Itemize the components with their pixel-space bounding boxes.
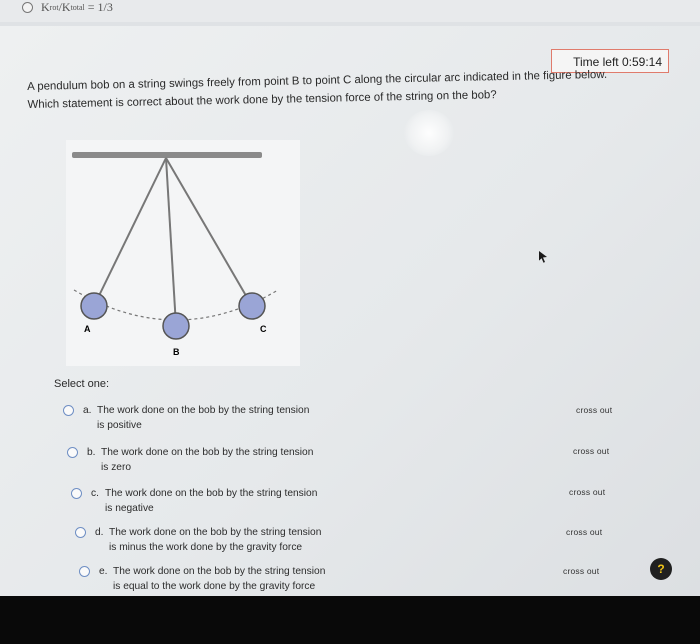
- option-letter-b: b.: [87, 447, 96, 458]
- option-d-line1: The work done on the bob by the string t…: [109, 527, 322, 538]
- option-a-line1: The work done on the bob by the string t…: [97, 405, 310, 416]
- option-b-line2: is zero: [101, 462, 132, 473]
- option-letter-e: e.: [99, 566, 108, 577]
- option-text-e: The work done on the bob by the string t…: [113, 564, 363, 594]
- point-c-label: C: [260, 324, 267, 334]
- option-c-line2: is negative: [105, 503, 154, 514]
- screen-glare: [404, 110, 454, 156]
- answer-option-b[interactable]: b. The work done on the bob by the strin…: [67, 445, 351, 475]
- answer-radio-a[interactable]: [63, 405, 74, 416]
- mouse-cursor-icon: [539, 251, 547, 263]
- bob-b: [162, 312, 190, 340]
- previous-answer-option[interactable]: Krot/K total = 1/3: [22, 0, 113, 15]
- answer-radio-d[interactable]: [75, 527, 86, 538]
- option-e-line1: The work done on the bob by the string t…: [113, 566, 326, 577]
- cross-out-c[interactable]: cross out: [569, 487, 605, 497]
- option-letter-a: a.: [83, 405, 92, 416]
- option-e-line2: is equal to the work done by the gravity…: [113, 581, 316, 592]
- bob-c: [238, 292, 266, 320]
- answer-option-d[interactable]: d. The work done on the bob by the strin…: [75, 525, 359, 555]
- string-a: [93, 157, 167, 307]
- answer-radio-e[interactable]: [79, 566, 90, 577]
- formula-total-sub: total: [70, 3, 85, 12]
- help-button[interactable]: ?: [650, 558, 672, 580]
- option-b-line1: The work done on the bob by the string t…: [101, 447, 314, 458]
- formula-value: = 1/3: [87, 0, 113, 14]
- answer-radio-b[interactable]: [67, 447, 78, 458]
- monitor-bezel: [0, 596, 700, 644]
- answer-option-a[interactable]: a. The work done on the bob by the strin…: [63, 403, 347, 433]
- formula-rot-sub: rot: [49, 3, 59, 12]
- pendulum-diagram: A B C: [72, 152, 279, 357]
- string-b: [165, 157, 177, 327]
- formula-k: K: [41, 0, 50, 14]
- formula-slash: /K: [58, 0, 71, 14]
- cross-out-e[interactable]: cross out: [563, 566, 599, 576]
- answer-option-c[interactable]: c. The work done on the bob by the strin…: [71, 486, 355, 516]
- option-text-b: The work done on the bob by the string t…: [101, 445, 351, 475]
- answer-option-e[interactable]: e. The work done on the bob by the strin…: [79, 564, 363, 594]
- answer-radio-c[interactable]: [71, 488, 82, 499]
- option-a-line2: is positive: [97, 420, 142, 431]
- option-letter-d: d.: [95, 527, 104, 538]
- option-text-d: The work done on the bob by the string t…: [109, 525, 359, 555]
- bob-a: [80, 292, 108, 320]
- cross-out-b[interactable]: cross out: [573, 446, 609, 456]
- cross-out-d[interactable]: cross out: [566, 527, 602, 537]
- string-c: [165, 157, 253, 307]
- option-c-line1: The work done on the bob by the string t…: [105, 488, 318, 499]
- pendulum-figure: A B C: [66, 140, 300, 366]
- cross-out-a[interactable]: cross out: [576, 405, 612, 415]
- point-b-label: B: [173, 347, 180, 357]
- option-text-c: The work done on the bob by the string t…: [105, 486, 355, 516]
- select-one-label: Select one:: [54, 378, 110, 390]
- ceiling-bar: [72, 152, 262, 158]
- previous-answer-radio[interactable]: [22, 2, 33, 13]
- option-d-line2: is minus the work done by the gravity fo…: [109, 542, 303, 553]
- option-text-a: The work done on the bob by the string t…: [97, 403, 347, 433]
- point-a-label: A: [84, 324, 91, 334]
- option-letter-c: c.: [91, 488, 99, 499]
